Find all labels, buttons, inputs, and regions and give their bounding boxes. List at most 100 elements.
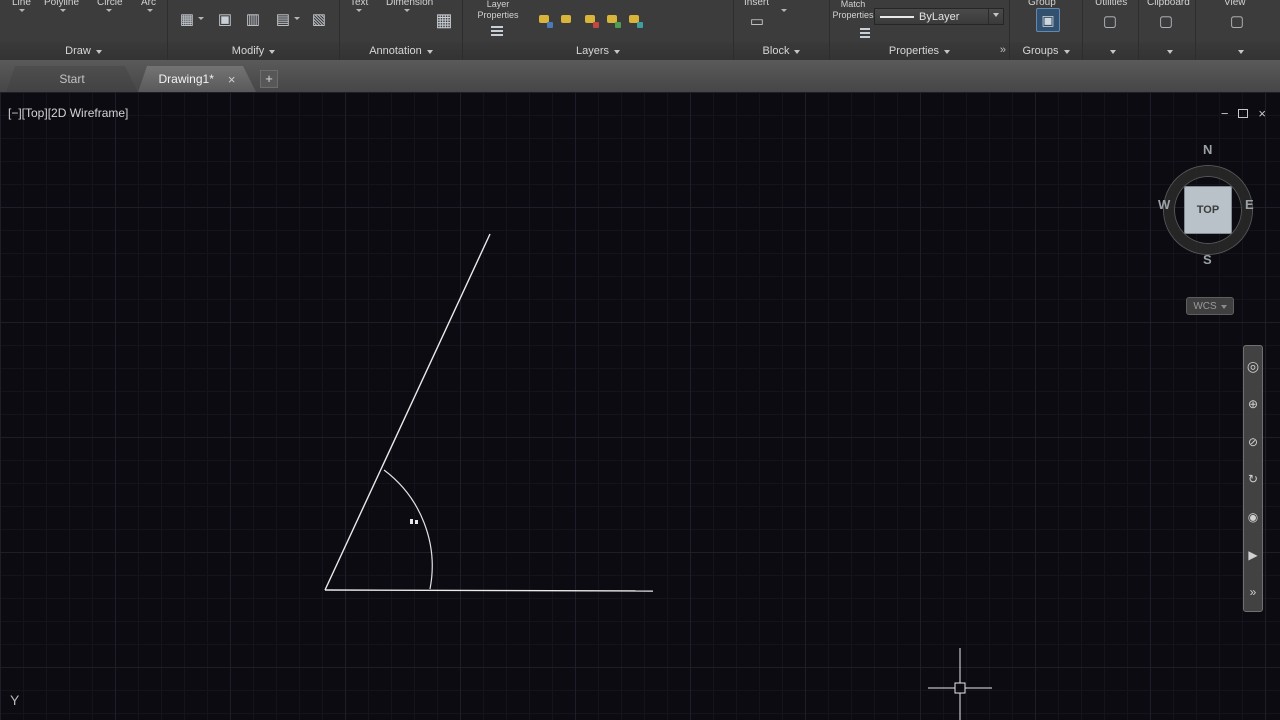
match-properties-button[interactable]: Match Properties [832, 0, 874, 20]
modify-panel-footer[interactable]: Modify [168, 42, 339, 60]
chevron-down-icon [1220, 304, 1227, 312]
viewcube-east[interactable]: E [1245, 197, 1254, 212]
draw-panel-footer[interactable]: Draw [0, 42, 167, 60]
measure-tool-icon[interactable]: ▢ [1101, 13, 1119, 31]
insert-tool-label[interactable]: Insert [744, 0, 769, 8]
clipboard-tool-label[interactable]: Clipboard [1147, 0, 1190, 8]
viewcube-south[interactable]: S [1203, 252, 1212, 267]
angle-dimension-text-marks [410, 519, 418, 524]
arc-tool-label[interactable]: Arc [141, 0, 156, 8]
view-panel-body: View ▢ [1196, 0, 1280, 42]
ribbon-panel-modify: ▦ ▣ ▥ ▤ ▧ Modify [168, 0, 340, 60]
drawing-canvas[interactable]: [−][Top][2D Wireframe] − × Y N W E S TOP [0, 92, 1280, 720]
panel-launcher-icon[interactable]: » [1000, 44, 1006, 56]
wcs-label: WCS [1193, 300, 1217, 312]
copy-tool-icon[interactable]: ▣ [216, 11, 234, 29]
clipboard-panel-footer[interactable] [1139, 42, 1195, 60]
layers-panel-footer[interactable]: Layers [463, 42, 733, 60]
insert-block-icon[interactable]: ▭ [748, 13, 766, 31]
layer-properties-button[interactable]: Layer Properties [467, 0, 529, 20]
layers-panel-body: Layer Properties [463, 0, 733, 42]
zoom-icon[interactable]: ⊘ [1248, 436, 1258, 448]
group-tool-label[interactable]: Group [1028, 0, 1056, 8]
object-color-dropdown[interactable]: ByLayer [874, 8, 1004, 25]
circle-tool-label[interactable]: Circle [97, 0, 123, 8]
view-panel-footer[interactable] [1196, 42, 1280, 60]
more-tools-icon[interactable]: » [1250, 586, 1257, 598]
block-panel-footer[interactable]: Block [734, 42, 829, 60]
layer-lock-icon[interactable] [605, 12, 621, 28]
tab-start-label: Start [59, 72, 85, 86]
chevron-down-icon [95, 50, 102, 57]
orbit-icon[interactable]: ↻ [1248, 473, 1258, 485]
pan-icon[interactable]: ⊕ [1248, 398, 1258, 410]
navigation-bar: ◎ ⊕ ⊘ ↻ ◉ ▶ » [1243, 345, 1263, 612]
groups-panel-footer[interactable]: Groups [1010, 42, 1082, 60]
table-tool-icon[interactable]: ▦ [434, 10, 454, 30]
crosshair-cursor [928, 648, 992, 720]
block-panel-body: Insert ▭ [734, 0, 829, 42]
drawn-line-angled[interactable] [324, 233, 491, 591]
ribbon-panel-groups: Group ▣ Groups [1010, 0, 1083, 60]
view-tool-icon[interactable]: ▢ [1228, 13, 1246, 31]
utilities-tool-label[interactable]: Utilities [1095, 0, 1127, 8]
layer-properties-label-1: Layer [486, 0, 510, 9]
ucs-y-axis-label: Y [10, 692, 20, 708]
chevron-down-icon[interactable] [356, 9, 362, 15]
chevron-down-icon[interactable] [106, 9, 112, 15]
chevron-down-icon[interactable] [404, 9, 410, 15]
tab-drawing1[interactable]: Drawing1* × [138, 66, 256, 92]
chevron-down-icon[interactable] [19, 9, 25, 15]
close-icon[interactable]: × [228, 72, 236, 87]
ribbon-panel-annotation: Text Dimension ▦ Annotation [340, 0, 463, 60]
ribbon-panel-view: View ▢ [1196, 0, 1280, 60]
properties-panel-footer[interactable]: Properties » [830, 42, 1009, 60]
chevron-down-icon[interactable] [781, 9, 787, 15]
chevron-down-icon[interactable] [294, 17, 300, 23]
navigation-wheel-icon[interactable]: ◎ [1247, 359, 1259, 373]
draw-panel-body: Line Polyline Circle Arc [0, 0, 167, 42]
view-tool-label[interactable]: View [1224, 0, 1246, 8]
stretch-tool-icon[interactable]: ▥ [244, 11, 262, 29]
chevron-down-icon [614, 50, 621, 57]
lineweight-icon [860, 28, 870, 30]
annotation-panel-footer[interactable]: Annotation [340, 42, 462, 60]
group-selected-button[interactable]: ▣ [1036, 8, 1060, 32]
paste-tool-icon[interactable]: ▢ [1157, 13, 1175, 31]
match-properties-label-1: Match [840, 0, 866, 9]
hatch-tool-icon[interactable]: ▦ [178, 11, 196, 29]
layer-freeze-icon[interactable] [583, 12, 599, 28]
layer-match-icon[interactable] [627, 12, 643, 28]
dropdown-arrow-button[interactable] [988, 9, 1003, 24]
show-motion-icon[interactable]: ▶ [1248, 549, 1257, 561]
bylayer-value: ByLayer [919, 10, 960, 23]
viewcube-west[interactable]: W [1158, 197, 1170, 212]
chevron-down-icon [1110, 50, 1116, 57]
trim-tool-icon[interactable]: ▧ [310, 11, 328, 29]
dimension-tool-label[interactable]: Dimension [386, 0, 433, 8]
properties-panel-title: Properties [888, 45, 940, 57]
wcs-dropdown[interactable]: WCS [1186, 297, 1234, 315]
line-tool-label[interactable]: Line [12, 0, 31, 8]
layer-state-icon[interactable] [537, 12, 553, 28]
drawn-line-horizontal[interactable] [324, 589, 654, 592]
utilities-panel-footer[interactable] [1083, 42, 1138, 60]
angle-dimension-arc[interactable] [383, 469, 433, 590]
annotation-panel-body: Text Dimension ▦ [340, 0, 462, 42]
new-drawing-button[interactable]: + [260, 70, 278, 88]
tab-start[interactable]: Start [6, 66, 138, 92]
polyline-tool-label[interactable]: Polyline [44, 0, 79, 8]
layer-isolate-icon[interactable] [559, 12, 575, 28]
modify-panel-title: Modify [231, 45, 265, 57]
viewcube-north[interactable]: N [1203, 142, 1212, 157]
look-icon[interactable]: ◉ [1248, 511, 1258, 523]
chevron-down-icon[interactable] [60, 9, 66, 15]
viewcube: N W E S TOP [1150, 140, 1266, 276]
chevron-down-icon[interactable] [198, 17, 204, 23]
text-tool-label[interactable]: Text [350, 0, 368, 8]
chevron-down-icon [944, 50, 951, 57]
ribbon: Line Polyline Circle Arc Draw ▦ ▣ ▥ ▤ ▧ … [0, 0, 1280, 60]
array-tool-icon[interactable]: ▤ [274, 11, 292, 29]
viewcube-top-face[interactable]: TOP [1184, 186, 1232, 234]
chevron-down-icon[interactable] [147, 9, 153, 15]
